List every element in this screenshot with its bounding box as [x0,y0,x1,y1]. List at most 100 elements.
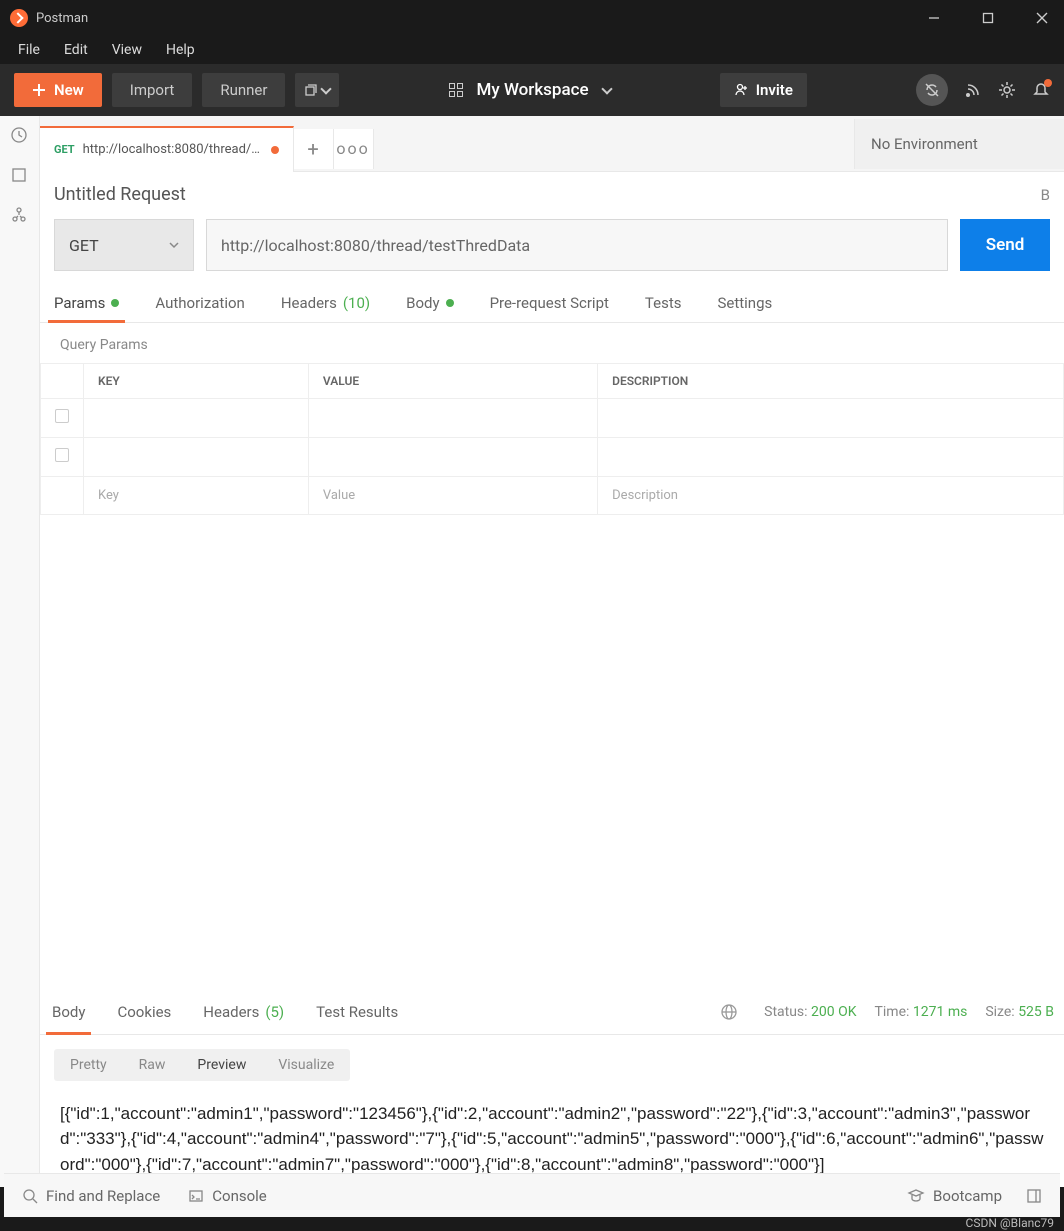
view-preview[interactable]: Preview [181,1049,262,1081]
bootcamp-label: Bootcamp [933,1187,1002,1205]
status-dot [446,299,454,307]
status-label: Status: [764,1004,807,1020]
value-placeholder[interactable]: Value [308,477,597,515]
resp-tab-body[interactable]: Body [50,991,87,1034]
request-name[interactable]: Untitled Request [54,184,186,205]
table-row[interactable]: KeyValueDescription [41,477,1064,515]
close-icon[interactable] [1030,6,1054,30]
new-button[interactable]: New [14,73,102,107]
find-replace-button[interactable]: Find and Replace [22,1187,160,1205]
description-placeholder[interactable]: Description [598,477,1064,515]
key-placeholder[interactable]: Key [84,477,309,515]
minimize-icon[interactable] [922,6,946,30]
tab-settings[interactable]: Settings [717,283,772,322]
search-icon [22,1188,38,1204]
request-tab[interactable]: GET http://localhost:8080/thread/te... [40,126,294,172]
collections-icon[interactable] [10,166,30,186]
new-tab-button[interactable]: + [294,129,334,169]
settings-icon[interactable] [998,81,1016,99]
notifications-icon[interactable] [1032,81,1050,99]
table-row[interactable] [41,438,1064,477]
left-rail [0,116,40,1187]
url-input[interactable] [206,219,948,271]
query-params-table: KEY VALUE DESCRIPTION KeyValueDescriptio… [40,363,1064,515]
globe-icon[interactable] [720,1003,738,1021]
import-button[interactable]: Import [112,73,193,107]
maximize-icon[interactable] [976,6,1000,30]
menubar: File Edit View Help [0,36,1064,64]
chevron-down-icon [601,83,612,94]
workspace-selector[interactable]: My Workspace [449,80,611,100]
chevron-down-icon [169,240,179,250]
tab-tests[interactable]: Tests [645,283,682,322]
view-raw[interactable]: Raw [123,1049,182,1081]
bootcamp-button[interactable]: Bootcamp [907,1187,1002,1205]
col-key: KEY [84,364,309,399]
time-label: Time: [875,1004,910,1020]
tab-count: (5) [265,1003,284,1021]
menu-view[interactable]: View [102,40,152,60]
invite-button[interactable]: Invite [720,73,807,107]
open-new-button[interactable] [295,73,339,107]
person-plus-icon [734,83,748,97]
tab-label: Headers [281,294,337,312]
view-visualize[interactable]: Visualize [262,1049,350,1081]
method-select[interactable]: GET [54,219,194,271]
col-value: VALUE [308,364,597,399]
checkbox[interactable] [55,448,69,462]
resp-tab-cookies[interactable]: Cookies [115,991,173,1034]
unsaved-dot [271,146,279,154]
plus-icon [32,83,46,97]
sync-icon[interactable] [916,74,948,106]
new-button-label: New [54,81,84,99]
notification-dot [1044,79,1052,87]
resp-tab-headers[interactable]: Headers (5) [201,991,286,1034]
view-pretty[interactable]: Pretty [54,1049,123,1081]
send-button[interactable]: Send [960,219,1050,271]
tab-label: Body [406,294,439,312]
toolbar: New Import Runner My Workspace Invite [0,64,1064,116]
size-value: 525 B [1018,1004,1054,1020]
menu-file[interactable]: File [8,40,50,60]
main-area: GET http://localhost:8080/thread/te... +… [0,116,1064,1187]
window-icon [304,83,318,97]
response-tabs: Body Cookies Headers (5) Test Results St… [40,991,1064,1035]
query-params-label: Query Params [40,323,1064,363]
tab-label: Headers [203,1003,259,1021]
console-icon [188,1188,204,1204]
graduation-icon [907,1187,925,1205]
environment-label: No Environment [871,135,978,153]
app-title: Postman [36,11,88,26]
table-row[interactable] [41,399,1064,438]
panel-icon[interactable] [1026,1188,1042,1204]
workspace-icon [449,83,463,97]
status-value: 200 OK [811,1004,857,1020]
more-icon: ooo [336,139,369,158]
tab-headers[interactable]: Headers (10) [281,283,370,322]
plus-icon: + [307,137,318,161]
satellite-icon[interactable] [964,81,982,99]
console-button[interactable]: Console [188,1187,267,1205]
menu-edit[interactable]: Edit [54,40,98,60]
find-replace-label: Find and Replace [46,1187,160,1205]
environment-selector[interactable]: No Environment [854,119,1064,169]
tab-prerequest[interactable]: Pre-request Script [490,283,609,322]
tab-overflow-button[interactable]: ooo [334,129,374,169]
request-subtabs: Params Authorization Headers (10) Body P… [40,283,1064,323]
tab-url: http://localhost:8080/thread/te... [83,142,263,157]
apis-icon[interactable] [10,206,30,226]
right-indicator: B [1041,186,1050,204]
checkbox[interactable] [55,409,69,423]
chevron-down-icon [321,83,332,94]
history-icon[interactable] [10,126,30,146]
runner-button[interactable]: Runner [202,73,285,107]
tab-params[interactable]: Params [54,283,119,322]
request-tab-row: GET http://localhost:8080/thread/te... +… [40,116,1064,172]
col-description: DESCRIPTION [598,364,1064,399]
menu-help[interactable]: Help [156,40,205,60]
tab-count: (10) [343,294,370,312]
console-label: Console [212,1187,267,1205]
tab-authorization[interactable]: Authorization [155,283,244,322]
resp-tab-test-results[interactable]: Test Results [314,991,400,1034]
tab-body[interactable]: Body [406,283,453,322]
